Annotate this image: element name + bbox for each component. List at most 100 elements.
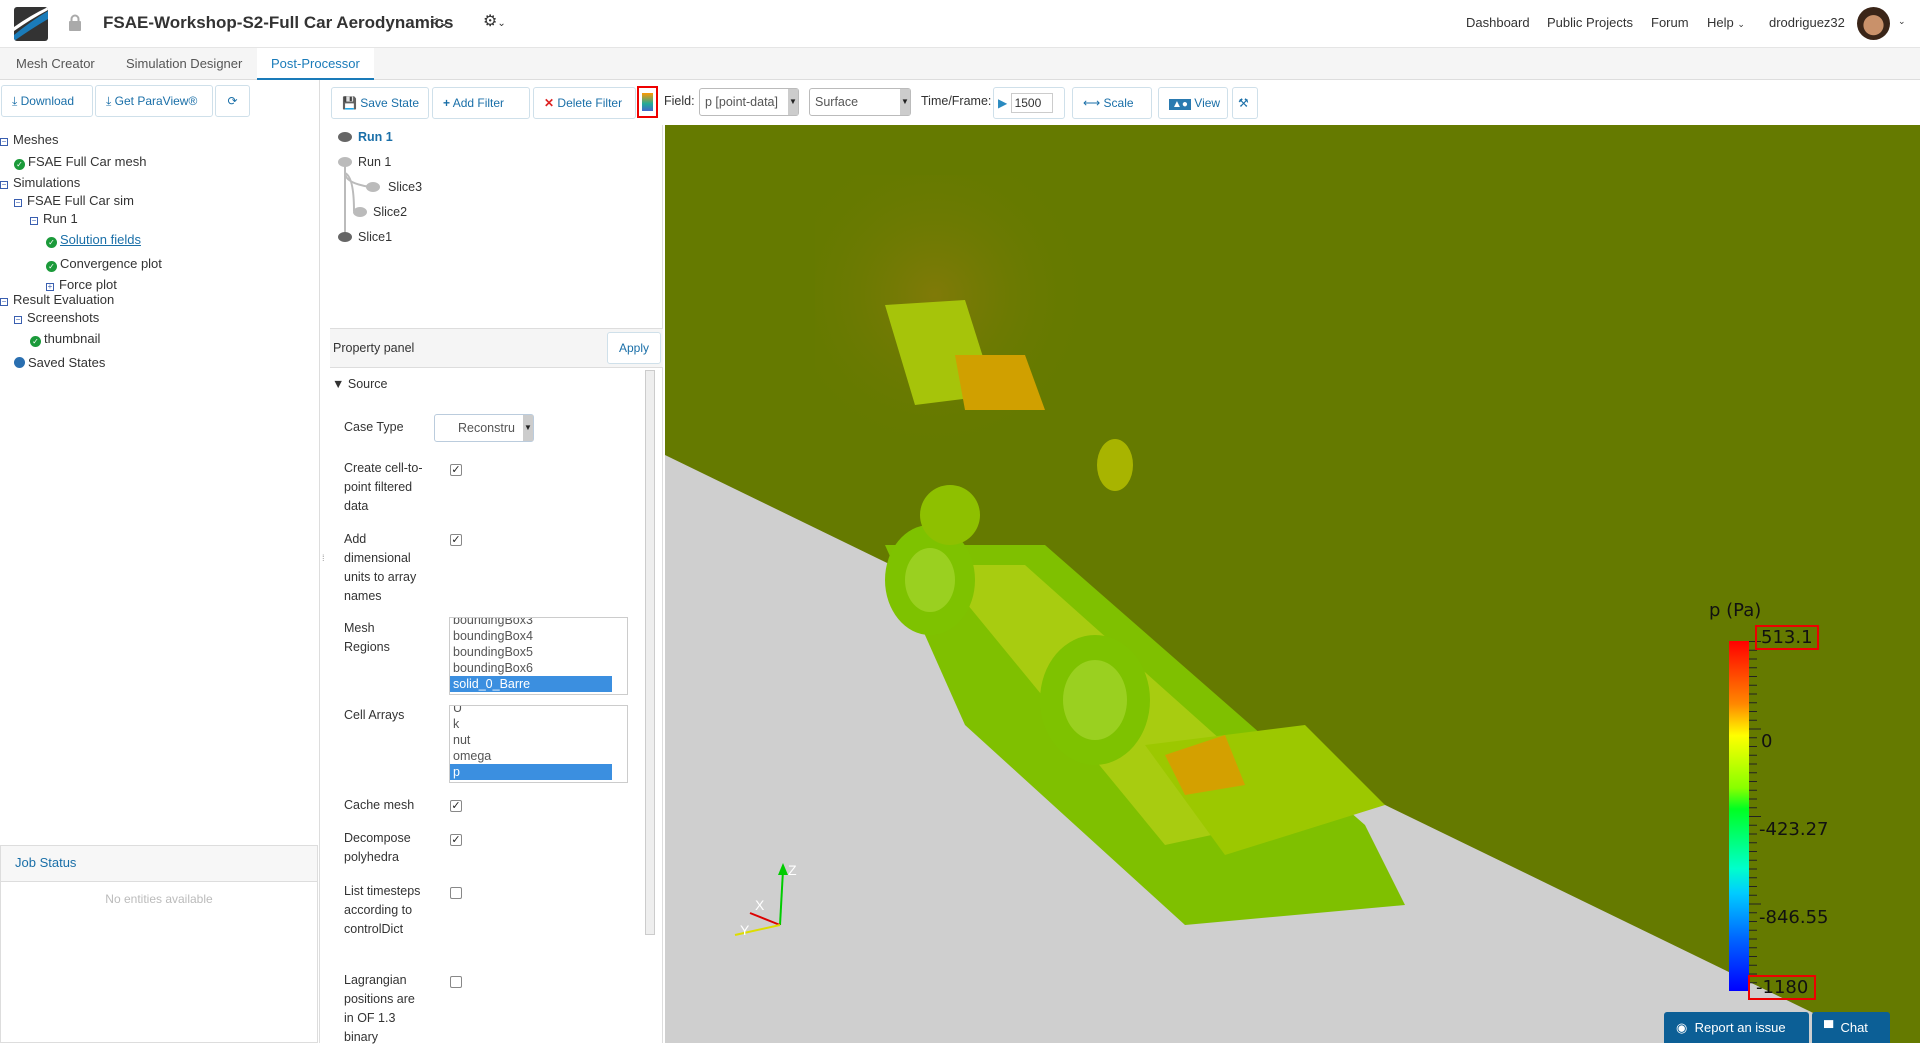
pipeline-item-run-root[interactable]: Run 1 [358, 128, 393, 147]
tree-simulations[interactable]: − Simulations [0, 175, 80, 190]
mesh-regions-list[interactable]: boundingBox3 boundingBox4 boundingBox5 b… [449, 617, 628, 695]
add-dim-label: Add dimensional units to array names [344, 532, 417, 603]
report-issue-button[interactable]: ◉ Report an issue [1664, 1012, 1809, 1043]
job-status-title: Job Status [1, 846, 317, 882]
lagrangian-label: Lagrangian positions are in OF 1.3 binar… [344, 973, 415, 1044]
save-state-button[interactable]: 💾 Save State [331, 87, 429, 119]
pipeline-item-slice1[interactable]: Slice1 [358, 228, 392, 247]
mesh-region-item[interactable]: boundingBox6 [450, 660, 627, 676]
colormap-button[interactable] [637, 86, 658, 118]
scale-button[interactable]: ⟷ Scale [1072, 87, 1152, 119]
add-filter-label: Add Filter [452, 96, 505, 110]
nav-help[interactable]: Help ⌄ [1707, 15, 1745, 30]
cell-array-item[interactable]: nut [450, 732, 627, 748]
tree-force-plot[interactable]: + Force plot [46, 277, 117, 292]
source-section-toggle[interactable]: ▼ Source [332, 375, 387, 394]
nav-forum[interactable]: Forum [1651, 15, 1689, 30]
chevron-down-icon[interactable]: ⌄ [1898, 16, 1906, 27]
time-frame-label: Time/Frame: [921, 94, 992, 108]
chat-button[interactable]: ▀ Chat [1812, 1012, 1890, 1043]
gear-icon[interactable]: ⚙⌄ [483, 11, 506, 31]
pipeline-item-slice2[interactable]: Slice2 [373, 203, 407, 222]
cell-array-item[interactable]: U [450, 706, 627, 716]
download-button[interactable]: ⤓ Download [1, 85, 93, 117]
check-icon: ✓ [30, 336, 41, 347]
tab-simulation-designer[interactable]: Simulation Designer [112, 48, 256, 80]
representation-value: Surface [815, 95, 859, 109]
mesh-region-item-selected[interactable]: solid_0_Barre [450, 676, 612, 692]
cell-array-item-selected[interactable]: p [450, 764, 612, 780]
colorbar-gradient [1729, 641, 1749, 991]
left-panel: ⤓ Download ⤓ Get ParaView® ⟳ − Meshes ✓ FS… [0, 80, 320, 1043]
property-scrollbar[interactable] [645, 370, 655, 935]
view-button[interactable]: ▲● View [1158, 87, 1228, 119]
list-timesteps-checkbox[interactable] [450, 887, 462, 899]
lagrangian-checkbox[interactable] [450, 976, 462, 988]
report-issue-label: Report an issue [1694, 1020, 1786, 1035]
panel-resize-handle[interactable]: ⁞ [322, 553, 325, 563]
time-frame-control[interactable]: ▶ 1500 [993, 87, 1065, 119]
save-state-label: Save State [360, 96, 419, 110]
avatar[interactable] [1857, 7, 1890, 40]
tab-mesh-creator[interactable]: Mesh Creator [2, 48, 109, 80]
tree-meshes[interactable]: − Meshes [0, 132, 59, 147]
tree-screenshots[interactable]: − Screenshots [14, 310, 99, 325]
colorbar-min-label: -1180 [1748, 975, 1817, 1000]
3d-viewport[interactable]: Z X Y p (Pa) 513.1 0 -423.27 -846.55 -11… [665, 125, 1920, 1043]
case-type-label: Case Type [344, 420, 404, 434]
username[interactable]: drodriguez32 [1769, 15, 1845, 30]
cache-mesh-label: Cache mesh [344, 798, 415, 812]
get-paraview-button[interactable]: ⤓ Get ParaView® [95, 85, 213, 117]
pipeline-item-run[interactable]: Run 1 [358, 153, 391, 172]
add-filter-button[interactable]: + Add Filter [432, 87, 530, 119]
pipeline-panel: Run 1 Run 1 Slice3 Slice2 Slice1 Propert… [330, 125, 663, 1044]
workflow-tabs: Mesh Creator Simulation Designer Post-Pr… [0, 48, 1920, 80]
nav-public-projects[interactable]: Public Projects [1547, 15, 1633, 30]
scale-label: Scale [1103, 96, 1134, 110]
tree-thumbnail[interactable]: ✓ thumbnail [30, 331, 100, 347]
case-type-select[interactable]: Reconstru ▼ [434, 414, 534, 442]
refresh-button[interactable]: ⟳ [215, 85, 250, 117]
field-label: Field: [664, 94, 695, 108]
mesh-region-item[interactable]: boundingBox5 [450, 644, 627, 660]
cell-arrays-list[interactable]: U k nut omega p [449, 705, 628, 783]
mesh-region-item[interactable]: boundingBox4 [450, 628, 627, 644]
project-title: FSAE-Workshop-S2-Full Car Aerodynamics [103, 13, 454, 32]
field-select[interactable]: p [point-data] ▼ [699, 88, 799, 116]
simscale-logo[interactable] [14, 7, 48, 41]
list-timesteps-label: List timesteps according to controlDict [344, 884, 421, 936]
colorbar-ticks [1749, 641, 1761, 984]
time-frame-input[interactable]: 1500 [1010, 93, 1053, 113]
tab-post-processor[interactable]: Post-Processor [257, 48, 374, 80]
settings-tool-button[interactable]: ⚒ [1232, 87, 1258, 119]
view-label: View [1194, 96, 1221, 110]
cell-array-item[interactable]: omega [450, 748, 627, 764]
colorbar-label: -846.55 [1759, 907, 1829, 928]
case-type-value: Reconstru [458, 421, 515, 435]
cache-mesh-checkbox[interactable]: ✓ [450, 800, 462, 812]
tree-convergence-plot[interactable]: ✓ Convergence plot [46, 256, 162, 272]
delete-filter-button[interactable]: ✕ Delete Filter [533, 87, 636, 119]
tree-run[interactable]: − Run 1 [30, 211, 78, 226]
cell-array-item[interactable]: k [450, 716, 627, 732]
nav-dashboard[interactable]: Dashboard [1466, 15, 1530, 30]
field-value: p [point-data] [705, 95, 778, 109]
representation-select[interactable]: Surface ▼ [809, 88, 911, 116]
add-dim-checkbox[interactable]: ✓ [450, 534, 462, 546]
decompose-checkbox[interactable]: ✓ [450, 834, 462, 846]
mesh-region-item[interactable]: boundingBox3 [450, 618, 627, 628]
top-header: FSAE-Workshop-S2-Full Car Aerodynamics <… [0, 0, 1920, 48]
tree-sim-item[interactable]: − FSAE Full Car sim [14, 193, 134, 208]
apply-button[interactable]: Apply [607, 332, 661, 364]
tree-solution-fields[interactable]: ✓ Solution fields [46, 232, 141, 248]
tree-mesh-item[interactable]: ✓ FSAE Full Car mesh [14, 154, 146, 170]
tree-result-evaluation[interactable]: − Result Evaluation [0, 292, 114, 307]
property-panel-title: Property panel [333, 341, 415, 355]
tool-icon: ⚒ [1238, 96, 1249, 110]
create-cell-checkbox[interactable]: ✓ [450, 464, 462, 476]
share-icon[interactable]: <⌄ [430, 13, 450, 30]
axis-z-label: Z [788, 862, 797, 878]
tree-saved-states[interactable]: Saved States [14, 355, 105, 370]
axis-x-label: X [755, 897, 765, 913]
pipeline-item-slice3[interactable]: Slice3 [388, 178, 422, 197]
